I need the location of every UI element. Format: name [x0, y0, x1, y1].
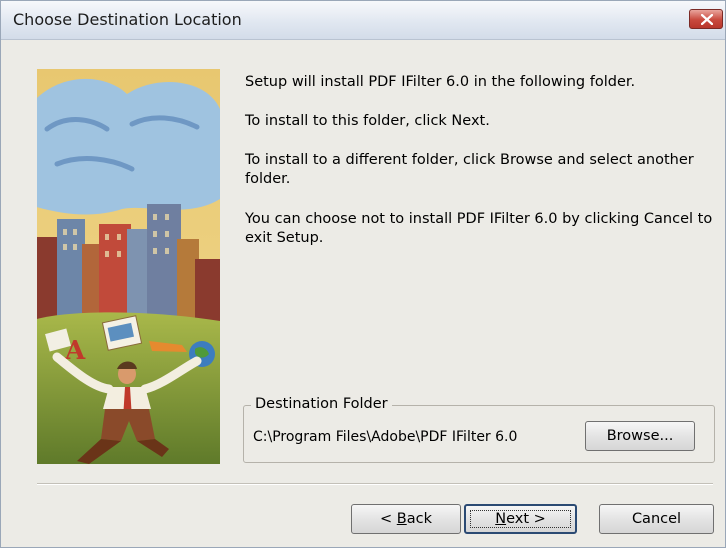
- window-title: Choose Destination Location: [13, 10, 242, 29]
- back-button-label: ack: [406, 511, 432, 527]
- button-separator: [37, 483, 713, 485]
- destination-path: C:\Program Files\Adobe\PDF IFilter 6.0: [253, 429, 518, 445]
- browse-button[interactable]: Browse...: [585, 421, 695, 451]
- cancel-button[interactable]: Cancel: [599, 504, 714, 534]
- focus-ring: [470, 510, 571, 528]
- title-bar[interactable]: Choose Destination Location: [1, 1, 725, 40]
- message-browse: To install to a different folder, click …: [245, 152, 694, 187]
- close-button[interactable]: [689, 9, 723, 29]
- back-button-prefix: <: [380, 511, 397, 527]
- message-install-folder: Setup will install PDF IFilter 6.0 in th…: [245, 74, 636, 90]
- message-click-next: To install to this folder, click Next.: [245, 113, 490, 129]
- next-button[interactable]: Next >: [464, 504, 577, 534]
- close-icon: [701, 14, 713, 25]
- setup-banner-illustration: A: [37, 69, 220, 464]
- setup-dialog: Choose Destination Location A Setup will…: [0, 0, 726, 548]
- back-button-accelerator: B: [396, 511, 407, 527]
- destination-folder-label: Destination Folder: [251, 396, 392, 412]
- message-cancel: You can choose not to install PDF IFilte…: [245, 211, 713, 246]
- back-button[interactable]: < Back: [351, 504, 461, 534]
